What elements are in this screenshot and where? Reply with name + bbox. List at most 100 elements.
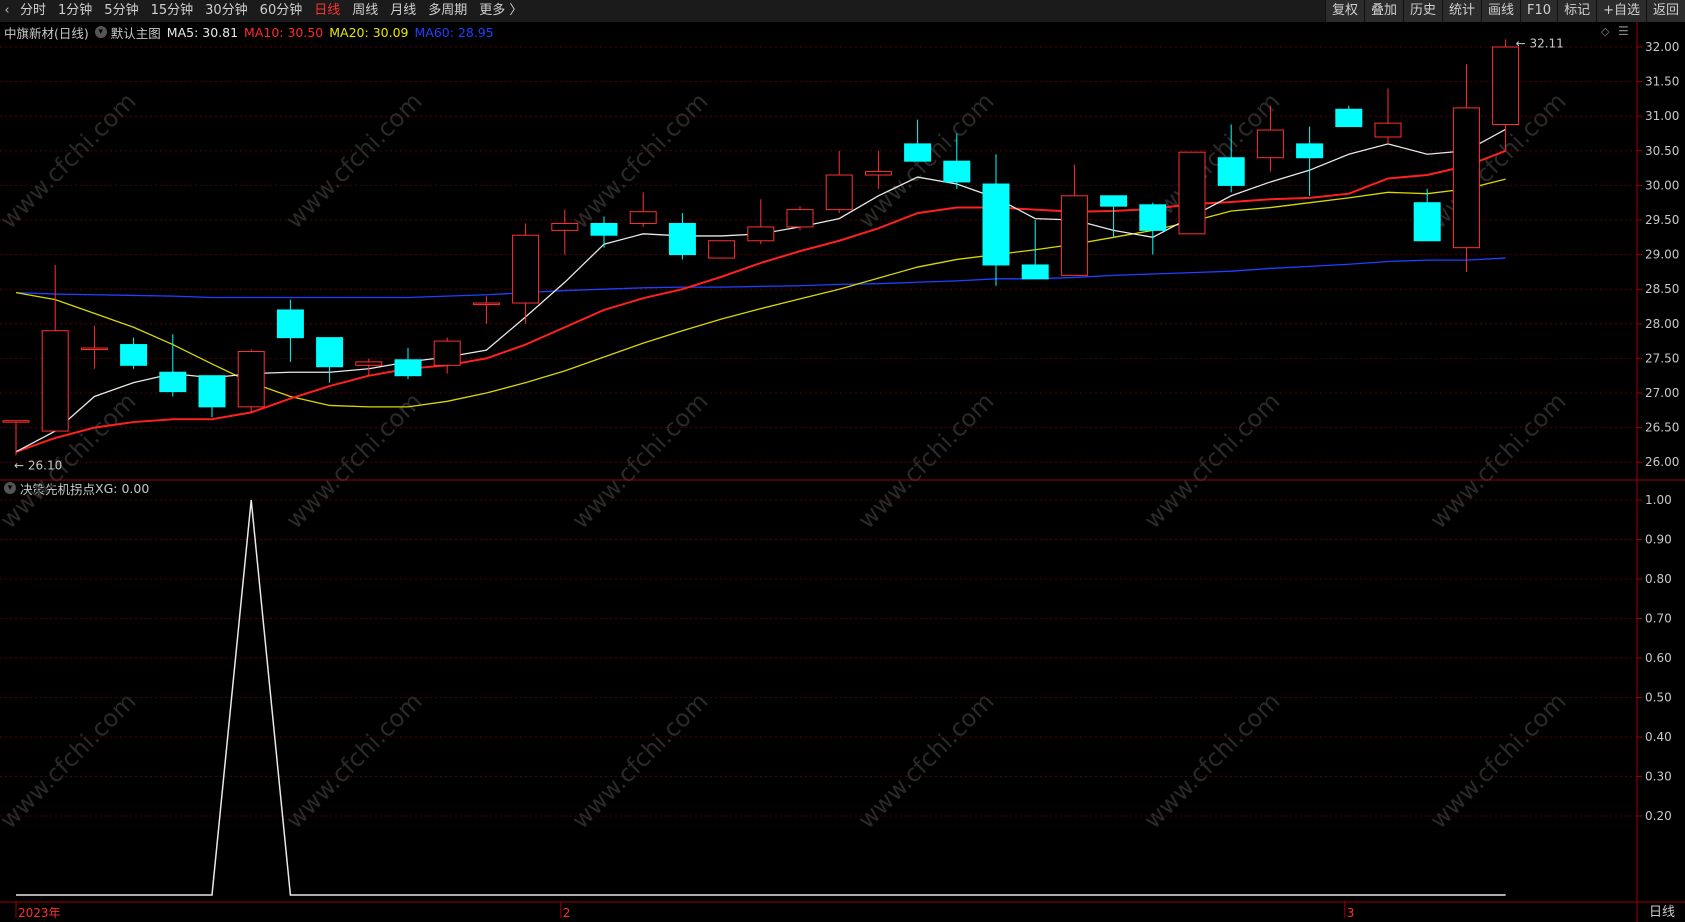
candle-body — [512, 234, 540, 304]
candle-body — [1492, 46, 1520, 126]
y-tick-label: 32.00 — [1645, 40, 1679, 54]
candle — [786, 206, 814, 231]
watermark-text: www.cfchi.com — [0, 687, 141, 834]
candle-body — [825, 174, 853, 211]
candle-body — [590, 222, 618, 236]
y-tick-label: 29.50 — [1645, 213, 1679, 227]
y-tick-label: 28.50 — [1645, 282, 1679, 296]
candle-body — [394, 359, 422, 377]
candle — [982, 154, 1010, 286]
candle — [394, 348, 422, 380]
candle — [629, 192, 657, 227]
watermark-text: www.cfchi.com — [1424, 387, 1571, 534]
y-tick-label: 0.50 — [1645, 691, 1672, 705]
candle-body — [198, 375, 226, 408]
candle-body — [1335, 108, 1363, 128]
candle-body — [1452, 107, 1480, 249]
candle-body — [1178, 151, 1206, 235]
candle-body — [1217, 157, 1245, 186]
candle-body — [316, 337, 344, 368]
candle — [41, 264, 69, 432]
candle — [80, 325, 108, 369]
watermark-text: www.cfchi.com — [280, 687, 427, 834]
candle-body — [864, 171, 892, 176]
watermark-text: www.cfchi.com — [566, 387, 713, 534]
candle-body — [355, 361, 383, 366]
y-tick-label: 26.00 — [1645, 455, 1679, 469]
y-tick-label: 0.60 — [1645, 651, 1672, 665]
y-tick-label: 30.00 — [1645, 178, 1679, 192]
y-tick-label: 0.90 — [1645, 533, 1672, 547]
candle-body — [668, 222, 696, 256]
candle — [433, 337, 461, 374]
watermark-text: www.cfchi.com — [1138, 687, 1285, 834]
candle — [120, 337, 148, 369]
candle-body — [276, 309, 304, 339]
watermark-text: www.cfchi.com — [566, 687, 713, 834]
y-tick-label: 0.80 — [1645, 572, 1672, 586]
candle-body — [904, 143, 932, 162]
watermark-text: www.cfchi.com — [852, 687, 999, 834]
y-tick-label: 28.00 — [1645, 317, 1679, 331]
y-tick-label: 31.00 — [1645, 109, 1679, 123]
candle-body — [629, 211, 657, 224]
candle-body — [1100, 195, 1128, 207]
candle-body — [433, 340, 461, 366]
candle-body — [747, 226, 775, 242]
candle-body — [551, 222, 579, 231]
candle — [708, 240, 736, 259]
candle — [1335, 105, 1363, 128]
period-label[interactable]: 日线 — [1649, 901, 1675, 920]
watermark-text: www.cfchi.com — [0, 87, 141, 234]
candle — [1452, 64, 1480, 272]
y-tick-label: 27.00 — [1645, 386, 1679, 400]
candle-body — [159, 371, 187, 393]
candle — [237, 349, 265, 414]
y-tick-label: 0.30 — [1645, 770, 1672, 784]
low-price-label: ← 26.10 — [14, 458, 62, 472]
candle — [1139, 202, 1167, 255]
candle — [1021, 220, 1049, 280]
candle — [1100, 195, 1128, 238]
kline-chart[interactable]: www.cfchi.com www.cfchi.com www.cfchi.com w… — [0, 0, 1685, 922]
x-tick-label: 2023年 — [18, 906, 61, 920]
watermark-text: www.cfchi.com — [1424, 687, 1571, 834]
candle-body — [1413, 202, 1441, 242]
candle-body — [1256, 129, 1284, 159]
ma60-line — [15, 257, 1506, 299]
candle-body — [982, 183, 1010, 266]
candle — [825, 150, 853, 214]
candle-body — [1060, 195, 1088, 276]
candle — [472, 296, 500, 324]
y-tick-label: 30.50 — [1645, 144, 1679, 158]
y-tick-label: 0.70 — [1645, 612, 1672, 626]
candle — [1060, 164, 1088, 276]
candle-body — [943, 160, 971, 183]
candle-body — [472, 302, 500, 306]
candle — [2, 420, 30, 456]
y-tick-label: 0.40 — [1645, 730, 1672, 744]
x-tick-label: 3 — [1347, 906, 1355, 920]
candle-body — [708, 240, 736, 259]
watermark-text: www.cfchi.com — [280, 387, 427, 534]
candle-body — [1021, 264, 1049, 280]
candle-body — [120, 344, 148, 366]
candle — [198, 375, 226, 418]
candle — [276, 299, 304, 362]
x-tick-label: 2 — [563, 906, 571, 920]
candle-body — [1374, 122, 1402, 138]
candle — [159, 334, 187, 397]
y-tick-label: 29.00 — [1645, 248, 1679, 262]
y-tick-label: 0.20 — [1645, 809, 1672, 823]
candle — [1374, 88, 1402, 144]
y-tick-label: 31.50 — [1645, 75, 1679, 89]
y-tick-label: 1.00 — [1645, 493, 1672, 507]
candle-body — [1139, 204, 1167, 231]
y-tick-label: 27.50 — [1645, 351, 1679, 365]
candle-body — [1296, 143, 1324, 159]
candle-body — [2, 420, 30, 423]
candle — [316, 337, 344, 383]
y-tick-label: 26.50 — [1645, 421, 1679, 435]
watermark-text: www.cfchi.com — [1138, 387, 1285, 534]
candle-body — [786, 209, 814, 228]
